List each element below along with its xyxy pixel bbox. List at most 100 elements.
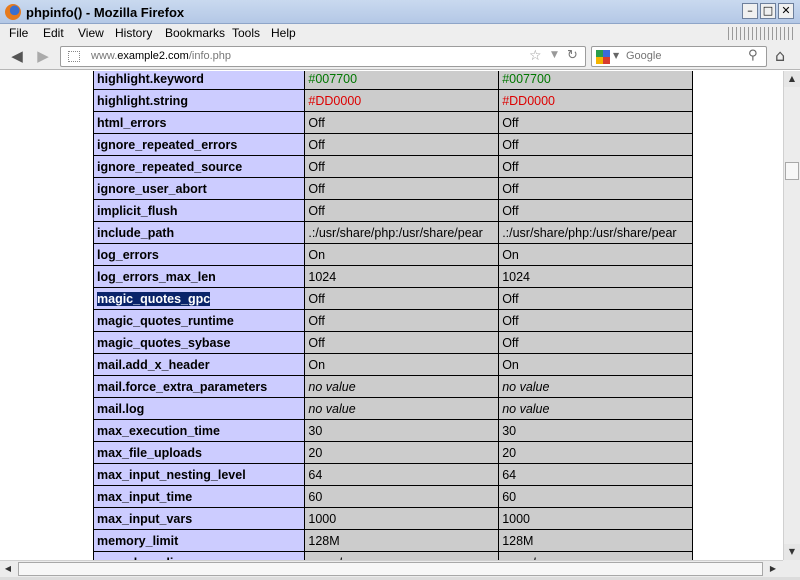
directive-name: max_execution_time (92, 419, 306, 442)
vertical-scrollbar[interactable]: ▲ ▼ (783, 71, 800, 560)
directive-name-text: max_file_uploads (97, 445, 202, 460)
master-value: Off (498, 287, 693, 310)
window-title: phpinfo() - Mozilla Firefox (26, 5, 185, 20)
master-value: Off (498, 133, 693, 156)
directive-name-text: ignore_repeated_source (97, 159, 243, 174)
navigation-bar: ◀ ▶ www.example2.com/info.php ☆ ▼ ↻ ▼ ⚲ … (0, 43, 800, 70)
local-value: .:/usr/share/php:/usr/share/pear (304, 221, 500, 244)
directive-name-text: mail.force_extra_parameters (97, 379, 268, 394)
table-row: max_file_uploads 20 20 (92, 441, 693, 464)
menu-history[interactable]: History (115, 26, 152, 40)
table-row: max_execution_time 30 30 (92, 419, 693, 442)
directive-name: magic_quotes_gpc (92, 287, 306, 310)
search-go-icon[interactable]: ⚲ (748, 48, 758, 63)
back-arrow-icon[interactable]: ◀ (8, 47, 26, 65)
google-engine-icon[interactable] (596, 50, 610, 64)
table-row: open_basedirno valueno value (92, 551, 693, 560)
directive-name: log_errors (92, 243, 306, 266)
directive-name: ignore_repeated_source (92, 155, 306, 178)
minimize-button[interactable]: – (742, 3, 758, 19)
directive-name-text: max_input_vars (97, 511, 193, 526)
url-history-dropdown-icon[interactable]: ▼ (551, 50, 558, 60)
directive-name: max_input_nesting_level (92, 463, 306, 486)
directive-name: memory_limit (92, 529, 306, 552)
master-value: Off (498, 309, 693, 332)
menu-bookmarks[interactable]: Bookmarks (165, 26, 225, 40)
directive-name-text: include_path (97, 225, 175, 240)
directive-name: ignore_user_abort (92, 177, 306, 200)
directive-name: mail.log (92, 397, 306, 420)
menu-help[interactable]: Help (271, 26, 296, 40)
table-row: magic_quotes_sybase Off Off (92, 331, 693, 354)
directive-name-text: html_errors (97, 115, 167, 130)
local-value: Off (304, 287, 500, 310)
local-value: Off (304, 133, 500, 156)
master-value: 30 (498, 419, 693, 442)
scroll-left-icon[interactable]: ◀ (0, 561, 16, 577)
local-value: no value (304, 551, 500, 560)
menu-tools[interactable]: Tools (232, 26, 260, 40)
reload-icon[interactable]: ↻ (567, 48, 578, 63)
local-value: #DD0000 (304, 89, 500, 112)
master-value: On (498, 243, 693, 266)
directive-name: magic_quotes_sybase (92, 331, 306, 354)
directive-name: open_basedir (92, 551, 306, 560)
local-value: Off (304, 177, 500, 200)
local-value: no value (304, 375, 500, 398)
master-value: On (498, 353, 693, 376)
forward-arrow-icon[interactable]: ▶ (34, 47, 52, 65)
url-text[interactable]: www.example2.com/info.php (91, 50, 231, 62)
table-row: magic_quotes_runtime Off Off (92, 309, 693, 332)
engine-dropdown-icon[interactable]: ▼ (613, 51, 619, 60)
table-row: max_input_nesting_level 64 64 (92, 463, 693, 486)
table-row: ignore_user_abort Off Off (92, 177, 693, 200)
directive-name-text: memory_limit (97, 533, 179, 548)
master-value: #DD0000 (498, 89, 693, 112)
master-value: 1000 (498, 507, 693, 530)
menu-edit[interactable]: Edit (43, 26, 64, 40)
directive-name: log_errors_max_len (92, 265, 306, 288)
search-input[interactable] (626, 50, 741, 62)
local-value: On (304, 243, 500, 266)
table-row: highlight.keyword #007700 #007700 (92, 71, 693, 90)
local-value: Off (304, 309, 500, 332)
vertical-scroll-thumb[interactable] (785, 162, 799, 180)
local-value: Off (304, 155, 500, 178)
directive-name: mail.add_x_header (92, 353, 306, 376)
home-icon[interactable]: ⌂ (775, 46, 785, 65)
firefox-logo-icon (5, 4, 21, 20)
local-value: 1000 (304, 507, 500, 530)
directive-name: ignore_repeated_errors (92, 133, 306, 156)
directive-name-text: ignore_user_abort (97, 181, 207, 196)
local-value: 1024 (304, 265, 500, 288)
table-row: ignore_repeated_source Off Off (92, 155, 693, 178)
maximize-button[interactable]: □ (760, 3, 776, 19)
page-content: highlight.keyword #007700 #007700 highlight… (0, 71, 783, 560)
close-button[interactable]: ✕ (778, 3, 794, 19)
table-row: log_errors_max_len 1024 1024 (92, 265, 693, 288)
master-value: Off (498, 155, 693, 178)
master-value: no value (498, 551, 693, 560)
bookmark-star-icon[interactable]: ☆ (529, 48, 542, 64)
table-row: mail.add_x_header On On (92, 353, 693, 376)
scroll-down-icon[interactable]: ▼ (784, 544, 800, 560)
site-identity-icon[interactable] (68, 51, 80, 62)
search-bar[interactable]: ▼ ⚲ (591, 46, 767, 67)
directive-name-text: log_errors (97, 247, 159, 262)
directive-name: magic_quotes_runtime (92, 309, 306, 332)
horizontal-scrollbar[interactable]: ◀ ▶ (0, 560, 783, 577)
master-value: Off (498, 111, 693, 134)
scroll-right-icon[interactable]: ▶ (765, 561, 781, 577)
local-value: no value (304, 397, 500, 420)
phpinfo-directive-table: highlight.keyword #007700 #007700 highlight… (92, 71, 693, 560)
scroll-up-icon[interactable]: ▲ (784, 71, 800, 87)
menu-file[interactable]: File (9, 26, 28, 40)
directive-name-text: magic_quotes_runtime (97, 313, 234, 328)
directive-name-text: highlight.string (97, 93, 188, 108)
url-bar[interactable]: www.example2.com/info.php ☆ ▼ ↻ (60, 46, 586, 67)
horizontal-scroll-thumb[interactable] (18, 562, 763, 576)
menu-view[interactable]: View (78, 26, 104, 40)
directive-name-text: mail.add_x_header (97, 357, 210, 372)
master-value: .:/usr/share/php:/usr/share/pear (498, 221, 693, 244)
table-row: mail.log no value no value (92, 397, 693, 420)
